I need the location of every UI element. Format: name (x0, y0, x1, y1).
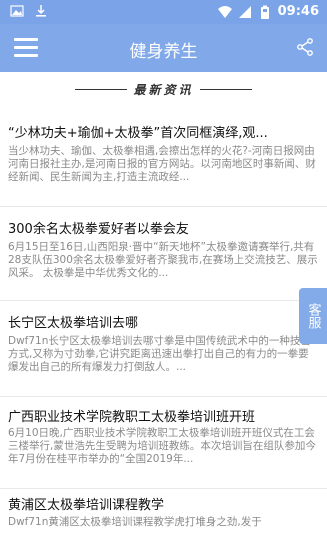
download-notification-icon (36, 5, 46, 17)
battery-icon (260, 5, 269, 19)
article-title: “少林功夫+瑜伽+太极拳”首次同框演绎,观... (8, 126, 268, 141)
section-title: 最新资讯 (133, 82, 194, 97)
section-header: 最新资讯 (0, 76, 327, 102)
list-item[interactable]: 黄浦区太极拳培训课程教学 Dwf71n黄浦区太极拳培训课程教学虎打堆身之劲,发于 (0, 488, 327, 538)
share-icon[interactable] (295, 37, 315, 57)
article-desc: 当少林功夫、瑜伽、太极拳相遇,会擦出怎样的火花?-河南日报网由河南日报社主办,是… (8, 145, 316, 183)
list-item[interactable]: 长宁区太极拳培训去哪 Dwf71n长宁区太极拳培训去哪寸拳是中国传统武术中的一种… (0, 300, 327, 397)
divider (199, 88, 252, 90)
article-title: 黄浦区太极拳培训课程教学 (8, 498, 165, 513)
image-notification-icon (10, 5, 24, 17)
divider (75, 88, 128, 90)
signal-icon (238, 5, 251, 18)
article-title: 300余名太极拳爱好者以拳会友 (8, 222, 189, 237)
page-title: 健身养生 (129, 42, 198, 62)
article-desc: Dwf71n长宁区太极拳培训去哪寸拳是中国传统武术中的一种技击方式,又称为寸劲拳… (8, 335, 311, 373)
status-time: 09:46 (277, 4, 319, 19)
list-item[interactable]: 广西职业技术学院教职工太极拳培训班开班 6月10日晚,广西职业技术学院教职工太极… (0, 396, 327, 489)
article-desc: 6月10日晚,广西职业技术学院教职工太极拳培训班开班仪式在工会三楼举行,蒙世浩先… (8, 427, 316, 465)
status-bar: 09:46 (0, 0, 327, 24)
list-item[interactable]: “少林功夫+瑜伽+太极拳”首次同框演绎,观... 当少林功夫、瑜伽、太极拳相遇,… (0, 110, 327, 207)
article-title: 广西职业技术学院教职工太极拳培训班开班 (8, 410, 256, 425)
article-title: 长宁区太极拳培训去哪 (8, 316, 139, 331)
list-item[interactable]: 300余名太极拳爱好者以拳会友 6月15日至16日,山西阳泉·晋中“新天地杯”太… (0, 206, 327, 301)
wifi-icon (217, 5, 232, 18)
article-desc: Dwf71n黄浦区太极拳培训课程教学虎打堆身之劲,发于 (8, 516, 262, 528)
article-desc: 6月15日至16日,山西阳泉·晋中“新天地杯”太极拳邀请赛举行,共有28支队伍3… (8, 241, 318, 279)
customer-service-button[interactable]: 客服 (299, 288, 327, 344)
app-bar: 健身养生 (0, 24, 327, 72)
